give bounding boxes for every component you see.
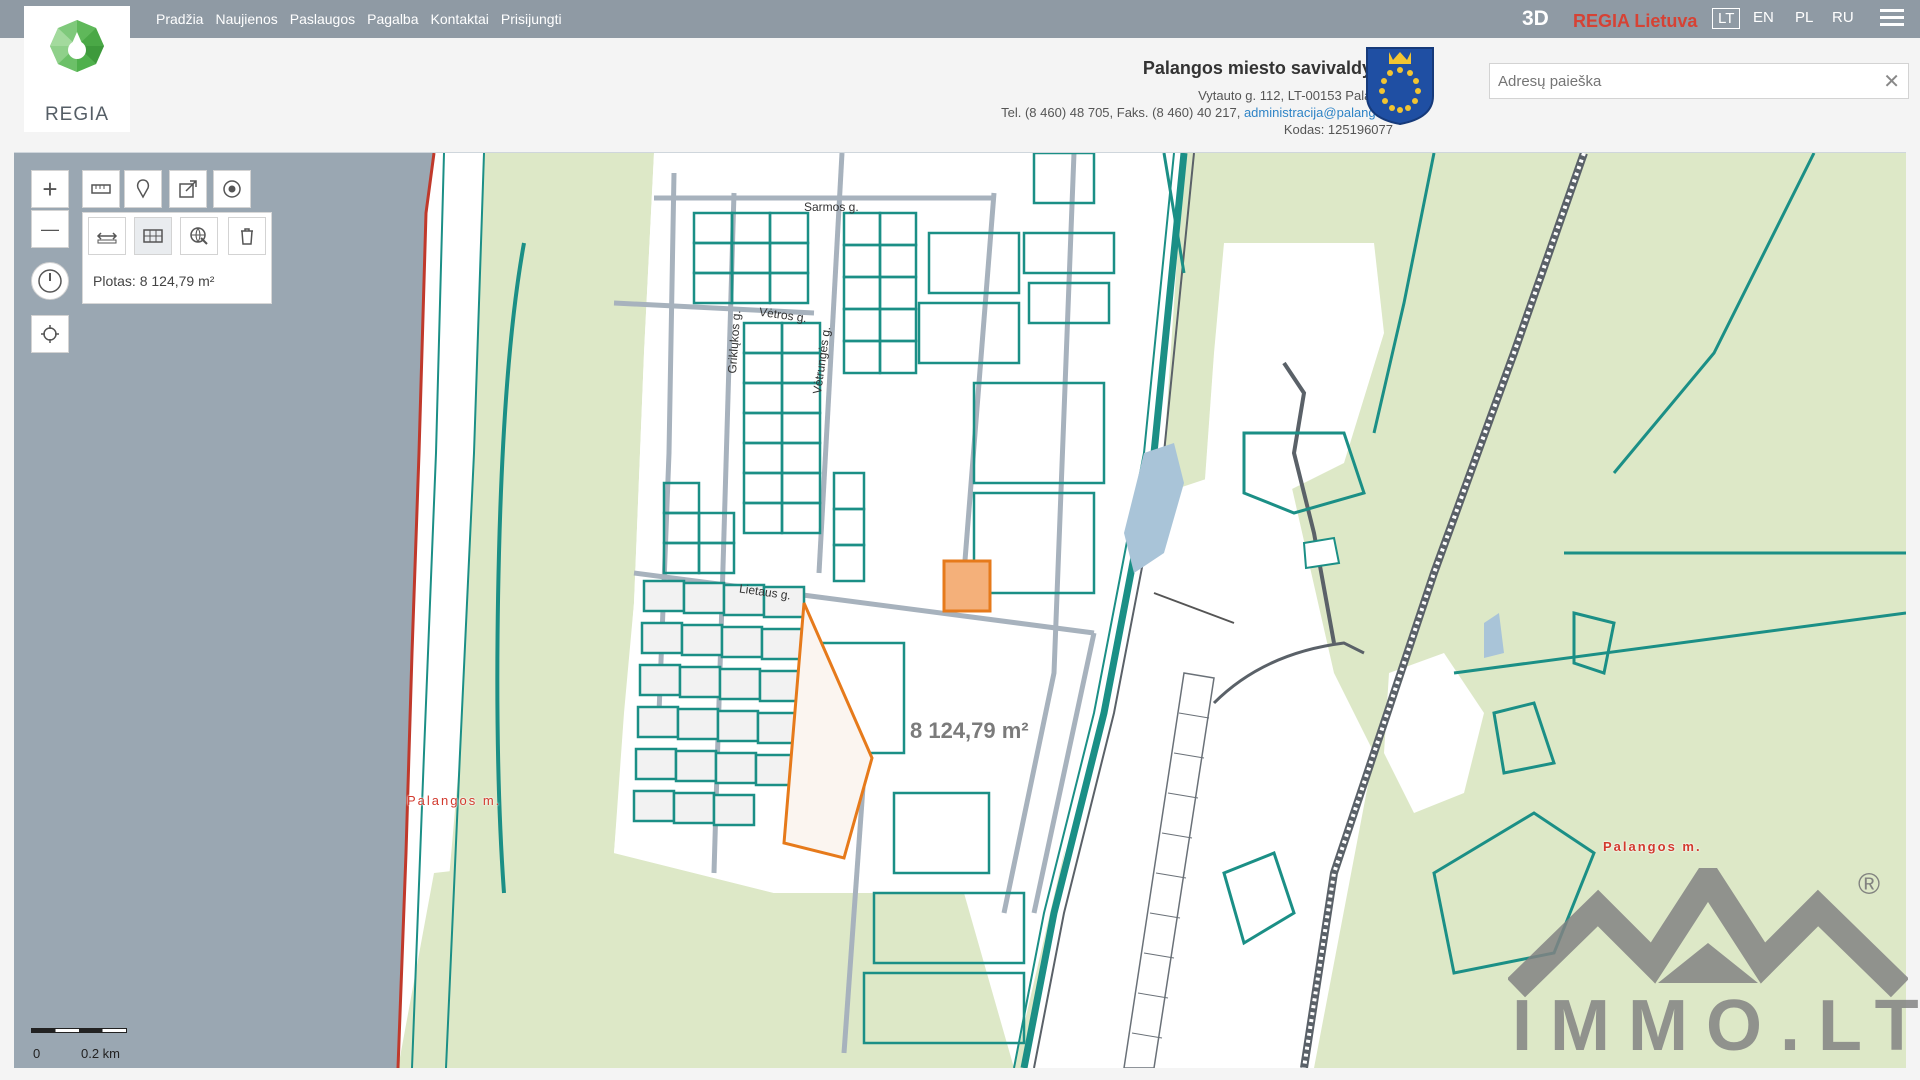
locate-button[interactable] <box>213 170 251 208</box>
scale-start: 0 <box>33 1046 41 1061</box>
main-nav: Pradžia Naujienos Paslaugos Pagalba Kont… <box>156 0 574 38</box>
municipality-info: Palangos miesto savivaldybė Vytauto g. 1… <box>1001 58 1393 138</box>
place-marker-button[interactable] <box>124 170 162 208</box>
footer-strip <box>0 1068 1920 1080</box>
street-label-sarmos: Sarmos g. <box>804 200 859 214</box>
nav-kontaktai[interactable]: Kontaktai <box>431 11 489 27</box>
coat-of-arms-icon <box>1366 47 1434 126</box>
regia-logo-icon <box>50 20 104 72</box>
municipality-phone: Tel. (8 460) 48 705, Faks. (8 460) 40 21… <box>1001 105 1244 120</box>
place-label-palanga-west: Palangos m. <box>407 793 502 808</box>
regia-logo[interactable]: REGIA <box>24 6 130 132</box>
nav-naujienos[interactable]: Naujienos <box>215 11 277 27</box>
share-icon <box>179 180 197 198</box>
watermark-registered: ® <box>1858 868 1881 901</box>
watermark-text: IMMO.LT <box>1512 986 1920 1066</box>
delete-measure-button[interactable] <box>228 217 266 255</box>
municipality-code: Kodas: 125196077 <box>1283 122 1393 137</box>
nav-prisijungti[interactable]: Prisijungti <box>501 11 562 27</box>
measure-distance-button[interactable] <box>88 217 126 255</box>
compass-icon <box>38 269 62 293</box>
zoom-out-icon: — <box>41 219 59 239</box>
place-label-palanga-east: Palangos m. <box>1603 839 1702 854</box>
globe-cursor-icon <box>190 227 208 245</box>
logo-text: REGIA <box>44 104 110 125</box>
measured-area-label: 8 124,79 m² <box>910 718 1029 743</box>
select-feature-button[interactable] <box>180 217 218 255</box>
municipality-address: Vytauto g. 112, LT-00153 Palanga <box>1198 88 1393 103</box>
distance-icon <box>96 232 118 244</box>
zoom-out-button[interactable]: — <box>31 210 69 248</box>
nav-paslaugos[interactable]: Paslaugos <box>290 11 355 27</box>
area-readout: Plotas: 8 124,79 m² <box>93 273 215 289</box>
ruler-icon <box>91 184 111 194</box>
regia-lietuva-link[interactable]: REGIA Lietuva <box>1573 11 1697 32</box>
nav-pagalba[interactable]: Pagalba <box>367 11 418 27</box>
measure-length-button[interactable] <box>82 170 120 208</box>
geolocate-button[interactable] <box>31 315 69 353</box>
3d-button[interactable]: 3D <box>1522 7 1549 31</box>
scale-bar: 0 0.2 km <box>31 1028 127 1061</box>
crosshair-icon <box>41 325 59 343</box>
address-search-input[interactable] <box>1490 64 1876 98</box>
map-pin-icon <box>136 179 150 199</box>
lang-pl[interactable]: PL <box>1790 8 1818 27</box>
measure-area-button[interactable] <box>134 217 172 255</box>
address-search: ✕ <box>1489 63 1909 99</box>
menu-icon[interactable] <box>1880 9 1904 29</box>
lang-ru[interactable]: RU <box>1827 8 1859 27</box>
zoom-in-icon: + <box>42 174 58 204</box>
scale-end: 0.2 km <box>81 1046 121 1061</box>
area-icon <box>143 229 163 243</box>
share-button[interactable] <box>169 170 207 208</box>
municipality-name: Palangos miesto savivaldybė <box>1142 58 1393 78</box>
rotation-button[interactable] <box>31 262 69 300</box>
municipality-contacts: Tel. (8 460) 48 705, Faks. (8 460) 40 21… <box>1001 104 1393 121</box>
target-icon <box>223 180 241 198</box>
nav-pradzia[interactable]: Pradžia <box>156 11 203 27</box>
lang-lt[interactable]: LT <box>1712 8 1741 29</box>
zoom-in-button[interactable]: + <box>31 170 69 208</box>
clear-search-icon[interactable]: ✕ <box>1883 69 1900 94</box>
trash-icon <box>241 228 253 245</box>
scale-bar-graphic <box>31 1028 127 1033</box>
lang-en[interactable]: EN <box>1748 8 1779 27</box>
